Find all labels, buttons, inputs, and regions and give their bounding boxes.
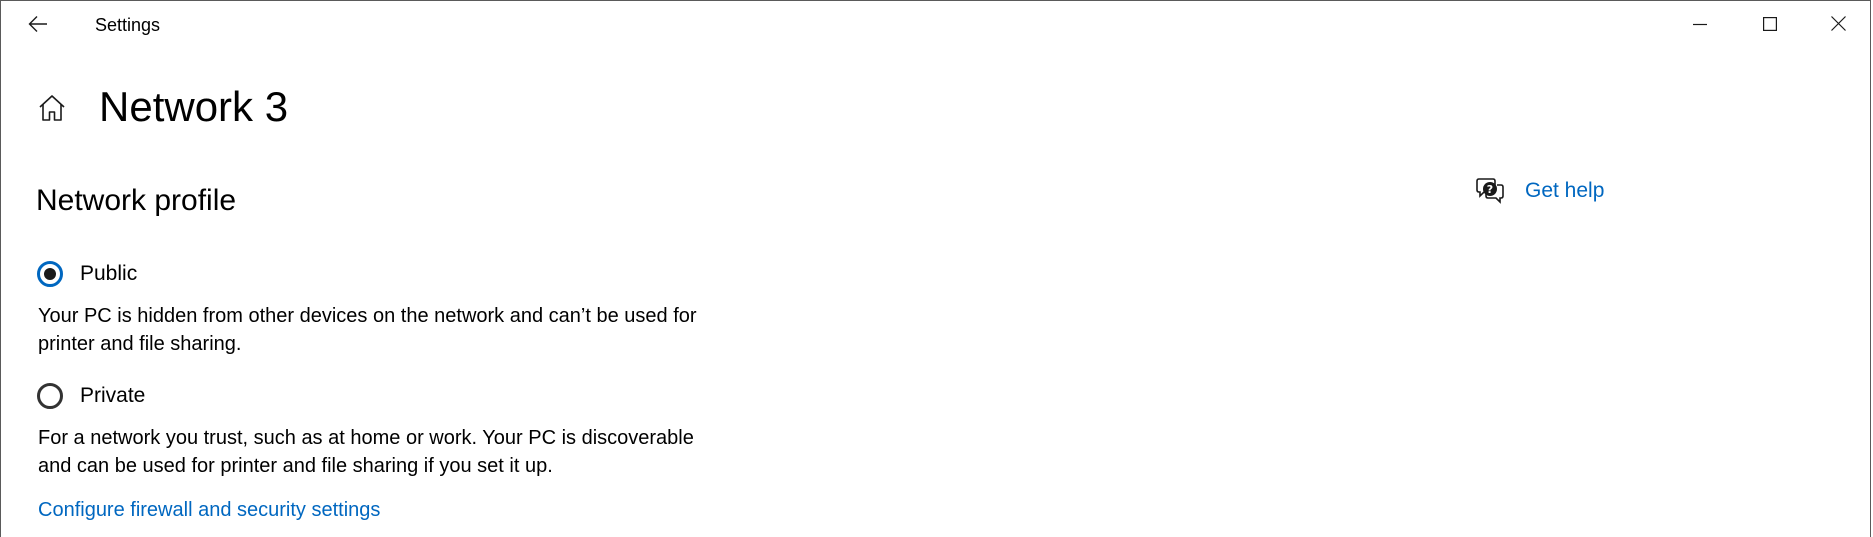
private-description: For a network you trust, such as at home…: [38, 427, 694, 477]
close-button[interactable]: [1804, 1, 1872, 51]
home-button[interactable]: [34, 92, 70, 128]
public-description: Your PC is hidden from other devices on …: [38, 305, 697, 355]
title-bar: Settings: [1, 1, 1870, 53]
radio-private-indicator[interactable]: [37, 383, 63, 409]
svg-text:?: ?: [1487, 183, 1493, 196]
configure-firewall-link[interactable]: Configure firewall and security settings: [38, 499, 380, 522]
radio-public[interactable]: Public: [37, 261, 137, 287]
radio-selected-dot: [44, 268, 56, 280]
maximize-button[interactable]: [1736, 1, 1804, 51]
back-arrow-icon: [28, 15, 48, 38]
radio-private[interactable]: Private: [37, 383, 145, 409]
get-help-link[interactable]: Get help: [1525, 179, 1604, 203]
section-heading-network-profile: Network profile: [36, 184, 237, 217]
back-button[interactable]: [18, 8, 58, 44]
maximize-icon: [1763, 16, 1778, 36]
get-help[interactable]: ? Get help: [1475, 176, 1604, 206]
close-icon: [1830, 16, 1846, 36]
radio-public-indicator[interactable]: [37, 261, 63, 287]
radio-private-label: Private: [80, 384, 146, 407]
settings-window: Settings Network 3 Network profile Publi…: [0, 0, 1871, 537]
radio-public-label: Public: [80, 262, 138, 285]
minimize-icon: [1693, 17, 1707, 36]
home-icon: [37, 93, 67, 128]
chat-help-icon: ?: [1475, 176, 1505, 206]
window-title: Settings: [95, 15, 161, 35]
page-title: Network 3: [99, 83, 289, 130]
minimize-button[interactable]: [1666, 1, 1734, 51]
